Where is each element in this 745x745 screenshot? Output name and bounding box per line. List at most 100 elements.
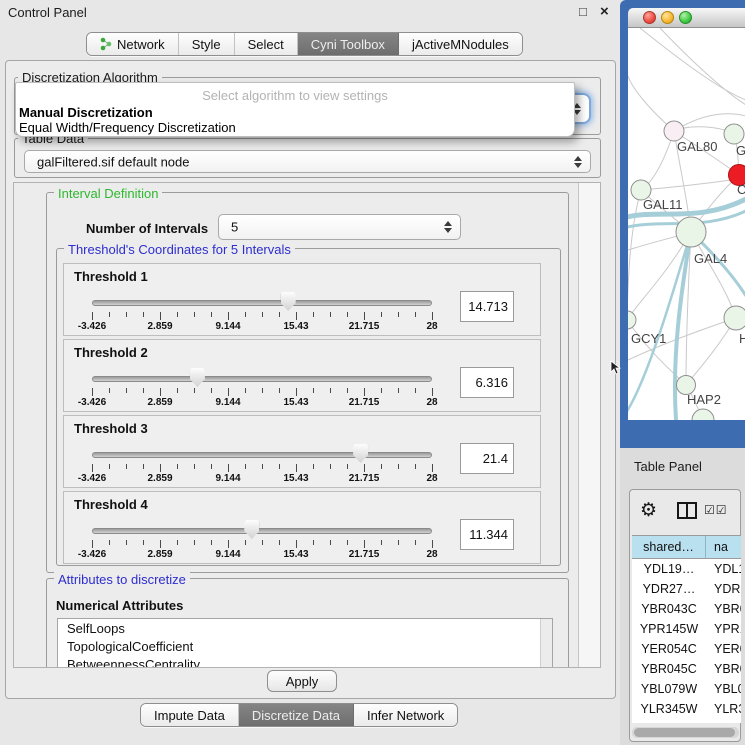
table-row[interactable]: YBR045C YBR0 bbox=[632, 659, 741, 679]
network-node-right[interactable] bbox=[724, 306, 745, 330]
table-row[interactable]: YPR145W YPR1 bbox=[632, 619, 741, 639]
close-traffic-light-icon[interactable] bbox=[643, 11, 656, 24]
network-canvas[interactable]: GAL80 G C GAL11 GAL4 GCY1 H HAP2 bbox=[628, 28, 745, 420]
table-row[interactable]: YBR043C YBR0 bbox=[632, 599, 741, 619]
cell-name[interactable]: YIL0 bbox=[714, 719, 741, 723]
algorithm-option-manual[interactable]: Manual Discretization bbox=[19, 105, 153, 120]
network-node-bottom[interactable] bbox=[692, 409, 714, 420]
threshold-1-slider-thumb[interactable] bbox=[281, 292, 296, 311]
table-hscrollbar-thumb[interactable] bbox=[634, 728, 735, 737]
table-row[interactable]: YLR345W YLR3 bbox=[632, 699, 741, 719]
table-row[interactable]: YER054C YER0 bbox=[632, 639, 741, 659]
settings-scroll-area: Interval Definition Number of Intervals … bbox=[13, 182, 601, 668]
network-window-titlebar[interactable] bbox=[628, 8, 745, 28]
cell-name[interactable]: YBL0 bbox=[714, 679, 741, 696]
threshold-4-value-field[interactable]: 11.344 bbox=[460, 519, 514, 550]
tab-impute-data[interactable]: Impute Data bbox=[141, 704, 239, 726]
panel-title: Control Panel bbox=[8, 5, 87, 20]
attribute-list-item[interactable]: TopologicalCoefficient bbox=[67, 639, 193, 654]
cell-name[interactable]: YPR1 bbox=[714, 619, 741, 636]
slider-tick bbox=[126, 464, 127, 469]
tab-infer-network[interactable]: Infer Network bbox=[354, 704, 457, 726]
threshold-2-slider-thumb[interactable] bbox=[190, 368, 205, 387]
node-label-partial-c: C bbox=[737, 182, 745, 197]
tab-network[interactable]: Network bbox=[87, 33, 179, 55]
slider-tick bbox=[262, 388, 263, 393]
cell-name[interactable]: YDL1 bbox=[714, 559, 741, 576]
slider-tick bbox=[143, 540, 144, 545]
table-hscrollbar-track[interactable] bbox=[632, 727, 739, 738]
cell-shared-name[interactable]: YER054C bbox=[632, 639, 706, 656]
cell-shared-name[interactable]: YBR043C bbox=[632, 599, 706, 616]
cell-name[interactable]: YER0 bbox=[714, 639, 741, 656]
cell-shared-name[interactable]: YIL052C bbox=[632, 719, 706, 723]
network-node-top-right[interactable] bbox=[724, 124, 744, 144]
network-node-gal80[interactable] bbox=[664, 121, 684, 141]
cell-shared-name[interactable]: YPR145W bbox=[632, 619, 706, 636]
gear-icon[interactable]: ⚙ bbox=[640, 499, 657, 522]
threshold-2-value-field[interactable]: 6.316 bbox=[460, 367, 514, 398]
cell-shared-name[interactable]: YDL19… bbox=[632, 559, 706, 576]
table-data-selected-value: galFiltered.sif default node bbox=[37, 154, 189, 169]
columns-icon[interactable] bbox=[677, 502, 697, 522]
cell-shared-name[interactable]: YDR27… bbox=[632, 579, 706, 596]
attribute-list-item[interactable]: BetweennessCentrality bbox=[67, 657, 200, 668]
bottom-tab-strip: Impute DataDiscretize DataInfer Network bbox=[140, 703, 458, 727]
tab-label: jActiveMNodules bbox=[412, 37, 509, 52]
threshold-2-card: Threshold 2 6.316 -3.4262.8599.14415.432… bbox=[63, 339, 541, 412]
slider-tick bbox=[347, 388, 348, 393]
tab-cyni-toolbox[interactable]: Cyni Toolbox bbox=[298, 33, 399, 55]
list-scrollbar-track[interactable] bbox=[540, 619, 553, 668]
cell-name[interactable]: YLR3 bbox=[714, 699, 741, 716]
numerical-attributes-list[interactable]: SelfLoops TopologicalCoefficient Betweenne… bbox=[57, 618, 553, 668]
slider-tick bbox=[109, 388, 110, 393]
close-icon[interactable]: × bbox=[600, 3, 609, 20]
table-row[interactable]: YBL079W YBL0 bbox=[632, 679, 741, 699]
select-columns-checkbox-icons[interactable]: ☑☑ bbox=[704, 503, 728, 517]
cell-name[interactable]: YBR0 bbox=[714, 599, 741, 616]
table-row[interactable]: YDL19… YDL1 bbox=[632, 559, 741, 579]
threshold-2-slider-track[interactable] bbox=[92, 376, 432, 382]
algorithm-placeholder-item[interactable]: Select algorithm to view settings bbox=[16, 88, 574, 103]
slider-tick-label: 15.43 bbox=[283, 321, 308, 332]
tab-select[interactable]: Select bbox=[235, 33, 298, 55]
threshold-4-slider-track[interactable] bbox=[92, 528, 432, 534]
float-window-icon[interactable]: □ bbox=[579, 4, 587, 19]
threshold-1-slider-track[interactable] bbox=[92, 300, 432, 306]
slider-tick-label: 28 bbox=[426, 473, 437, 484]
attribute-list-item[interactable]: SelfLoops bbox=[67, 621, 125, 636]
threshold-3-slider-track[interactable] bbox=[92, 452, 432, 458]
tab-discretize-data[interactable]: Discretize Data bbox=[239, 704, 354, 726]
threshold-4-slider-thumb[interactable] bbox=[244, 520, 259, 539]
table-row[interactable]: YIL052C YIL0 bbox=[632, 719, 741, 723]
panel-scrollbar-track[interactable] bbox=[578, 183, 601, 668]
slider-tick bbox=[143, 388, 144, 393]
table-data-select[interactable]: galFiltered.sif default node bbox=[24, 150, 591, 173]
network-node-gal4[interactable] bbox=[676, 217, 706, 247]
network-node-gcy1[interactable] bbox=[628, 311, 636, 329]
column-header-shared-name[interactable]: shared… bbox=[632, 536, 706, 559]
slider-tick bbox=[279, 312, 280, 317]
threshold-3-slider-thumb[interactable] bbox=[353, 444, 368, 463]
numerical-attributes-label: Numerical Attributes bbox=[56, 598, 183, 613]
zoom-traffic-light-icon[interactable] bbox=[679, 11, 692, 24]
slider-tick bbox=[415, 312, 416, 317]
threshold-3-value-field[interactable]: 21.4 bbox=[460, 443, 514, 474]
cell-name[interactable]: YDR2 bbox=[714, 579, 741, 596]
node-attribute-table[interactable]: shared… na YDL19…YDL1YDR27…YDR2YBR043CYB… bbox=[632, 535, 741, 723]
cell-name[interactable]: YBR0 bbox=[714, 659, 741, 676]
cell-shared-name[interactable]: YLR345W bbox=[632, 699, 706, 716]
threshold-1-value-field[interactable]: 14.713 bbox=[460, 291, 514, 322]
number-of-intervals-select[interactable]: 5 bbox=[218, 214, 461, 240]
algorithm-option-equal-width[interactable]: Equal Width/Frequency Discretization bbox=[19, 120, 236, 135]
tab-jactivemnodules[interactable]: jActiveMNodules bbox=[399, 33, 522, 55]
tab-style[interactable]: Style bbox=[179, 33, 235, 55]
mouse-cursor bbox=[610, 361, 622, 375]
slider-tick bbox=[279, 464, 280, 469]
column-header-name[interactable]: na bbox=[706, 536, 741, 559]
apply-button[interactable]: Apply bbox=[267, 670, 337, 692]
table-row[interactable]: YDR27… YDR2 bbox=[632, 579, 741, 599]
cell-shared-name[interactable]: YBL079W bbox=[632, 679, 706, 696]
cell-shared-name[interactable]: YBR045C bbox=[632, 659, 706, 676]
minimize-traffic-light-icon[interactable] bbox=[661, 11, 674, 24]
